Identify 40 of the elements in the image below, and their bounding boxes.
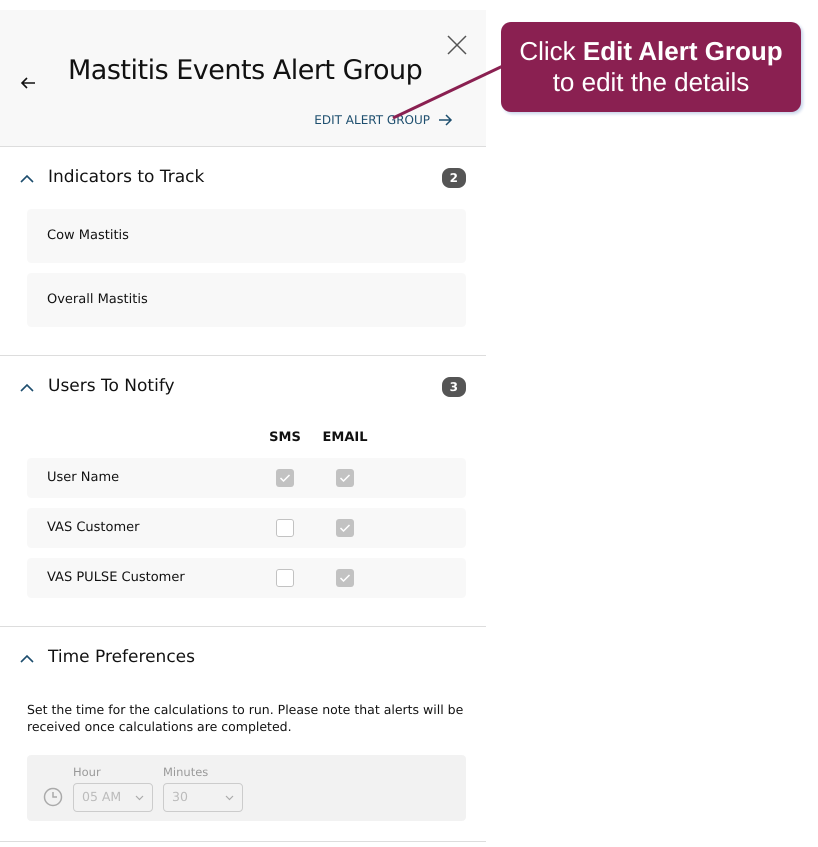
back-arrow-icon bbox=[20, 74, 37, 91]
callout-text: to edit the details bbox=[552, 67, 750, 98]
chevron-down-icon bbox=[135, 794, 144, 801]
chevron-up-icon bbox=[20, 654, 34, 662]
clock-icon bbox=[43, 787, 63, 807]
indicator-item: Overall Mastitis bbox=[27, 273, 466, 327]
user-name: User Name bbox=[46, 469, 120, 488]
check-icon bbox=[339, 573, 351, 583]
user-name: VAS PULSE Customer bbox=[46, 569, 186, 588]
check-icon bbox=[279, 473, 291, 483]
user-name: VAS Customer bbox=[46, 519, 140, 538]
checkbox[interactable] bbox=[276, 469, 294, 487]
close-icon bbox=[447, 34, 467, 55]
field-label: Hour bbox=[73, 764, 102, 781]
panel-title: Mastitis Events Alert Group bbox=[68, 55, 422, 88]
chevron-up-icon bbox=[20, 174, 34, 182]
section-title: Indicators to Track bbox=[48, 166, 204, 190]
collapse-toggle[interactable] bbox=[20, 174, 34, 182]
checkbox[interactable] bbox=[336, 469, 354, 487]
checkbox[interactable] bbox=[276, 569, 294, 587]
chevron-up-icon bbox=[20, 382, 34, 392]
check-icon bbox=[339, 523, 351, 533]
collapse-toggle[interactable] bbox=[20, 382, 34, 392]
chevron-down-icon bbox=[225, 794, 234, 801]
edit-alert-group-link[interactable]: EDIT ALERT GROUP bbox=[314, 111, 453, 129]
callout-text: Click Edit Alert Group bbox=[518, 36, 784, 67]
indicator-item: Cow Mastitis bbox=[27, 209, 466, 263]
column-header: SMS bbox=[268, 429, 302, 448]
checkbox[interactable] bbox=[336, 519, 354, 537]
instruction-text: Set the time for the calculations to run. Please note that alerts will be received once calculations are completed. bbox=[27, 701, 464, 735]
arrow-right-icon bbox=[438, 113, 453, 127]
field-label: Minutes bbox=[163, 764, 210, 781]
count-badge: 3 bbox=[442, 377, 466, 397]
check-icon bbox=[339, 473, 351, 483]
section-title: Time Preferences bbox=[48, 646, 195, 670]
section-title: Users To Notify bbox=[48, 375, 175, 398]
checkbox[interactable] bbox=[336, 569, 354, 587]
count-badge: 2 bbox=[442, 168, 466, 188]
checkbox[interactable] bbox=[276, 519, 294, 537]
column-header: EMAIL bbox=[322, 429, 368, 448]
